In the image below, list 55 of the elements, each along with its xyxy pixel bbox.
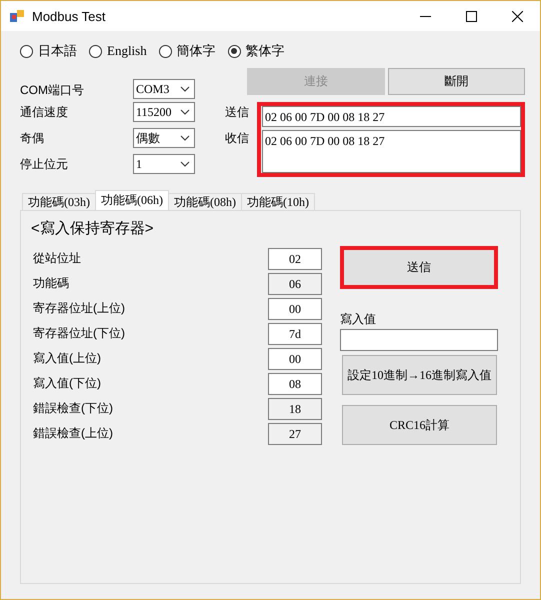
chevron-down-icon	[180, 135, 190, 141]
field-label: 錯誤檢查(下位)	[32, 400, 114, 417]
value-field[interactable]: 7d	[268, 322, 322, 344]
crc-button[interactable]: CRC16計算	[342, 405, 497, 445]
send-field[interactable]: 02 06 00 7D 00 08 18 27	[262, 106, 521, 127]
write-value-label: 寫入值	[340, 311, 377, 327]
field-label: 功能碼	[32, 275, 70, 292]
combo-box[interactable]: COM3	[133, 79, 195, 99]
radio-button[interactable]: English	[89, 43, 147, 59]
value-field[interactable]: 02	[268, 248, 322, 270]
close-icon	[512, 10, 522, 22]
value-field[interactable]: 00	[268, 348, 322, 370]
window-title: Modbus Test	[32, 8, 106, 24]
tab[interactable]: 功能碼(10h)	[241, 193, 315, 210]
field-label: 寄存器位址(上位)	[32, 300, 126, 317]
section-heading: <寫入保持寄存器>	[31, 219, 155, 239]
setting-label: 停止位元	[20, 156, 69, 172]
radio-empty-icon[interactable]	[20, 44, 33, 58]
app-icon	[10, 10, 24, 22]
send-button[interactable]: 送信	[340, 246, 498, 289]
tab[interactable]: 功能碼(03h)	[22, 193, 96, 210]
write-value-field[interactable]	[340, 329, 498, 351]
value-field[interactable]: 00	[268, 298, 322, 320]
chevron-down-icon	[180, 86, 190, 92]
setting-label: COM端口号	[20, 82, 85, 99]
radio-empty-icon[interactable]	[89, 44, 102, 58]
field-label: 寫入值(下位)	[32, 375, 102, 392]
value-field[interactable]: 18	[268, 398, 322, 420]
field-label: 從站位址	[32, 250, 82, 267]
radio-button[interactable]: 簡体字	[158, 42, 216, 60]
field-label: 寄存器位址(下位)	[32, 325, 126, 342]
value-field[interactable]: 08	[268, 372, 322, 394]
maximize-icon	[466, 10, 476, 22]
chevron-down-icon	[180, 109, 190, 115]
chevron-down-icon	[180, 161, 190, 167]
setting-label: 奇偶	[20, 130, 45, 146]
convert-button[interactable]: 設定10進制→16進制寫入值	[342, 355, 497, 395]
radio-checked-icon[interactable]	[228, 44, 241, 58]
field-label: 寫入值(上位)	[32, 350, 102, 367]
value-field[interactable]: 27	[268, 422, 322, 444]
receive-label: 收信	[225, 130, 250, 146]
radio-button[interactable]: 繁体字	[228, 42, 285, 60]
radio-button[interactable]: 日本語	[20, 42, 77, 60]
send-label: 送信	[225, 104, 250, 120]
tab[interactable]: 功能碼(08h)	[168, 193, 242, 210]
combo-box[interactable]: 1	[133, 154, 195, 174]
tab[interactable]: 功能碼(06h)	[95, 190, 169, 210]
value-field[interactable]: 06	[268, 272, 322, 294]
combo-box[interactable]: 偶數	[133, 128, 195, 148]
disconnect-button[interactable]: 斷開	[388, 68, 525, 95]
receive-field[interactable]: 02 06 00 7D 00 08 18 27	[262, 130, 521, 173]
radio-empty-icon[interactable]	[158, 44, 172, 58]
setting-label: 通信速度	[20, 104, 69, 120]
combo-box[interactable]: 115200	[133, 102, 195, 122]
field-label: 錯誤檢查(上位)	[32, 425, 114, 442]
